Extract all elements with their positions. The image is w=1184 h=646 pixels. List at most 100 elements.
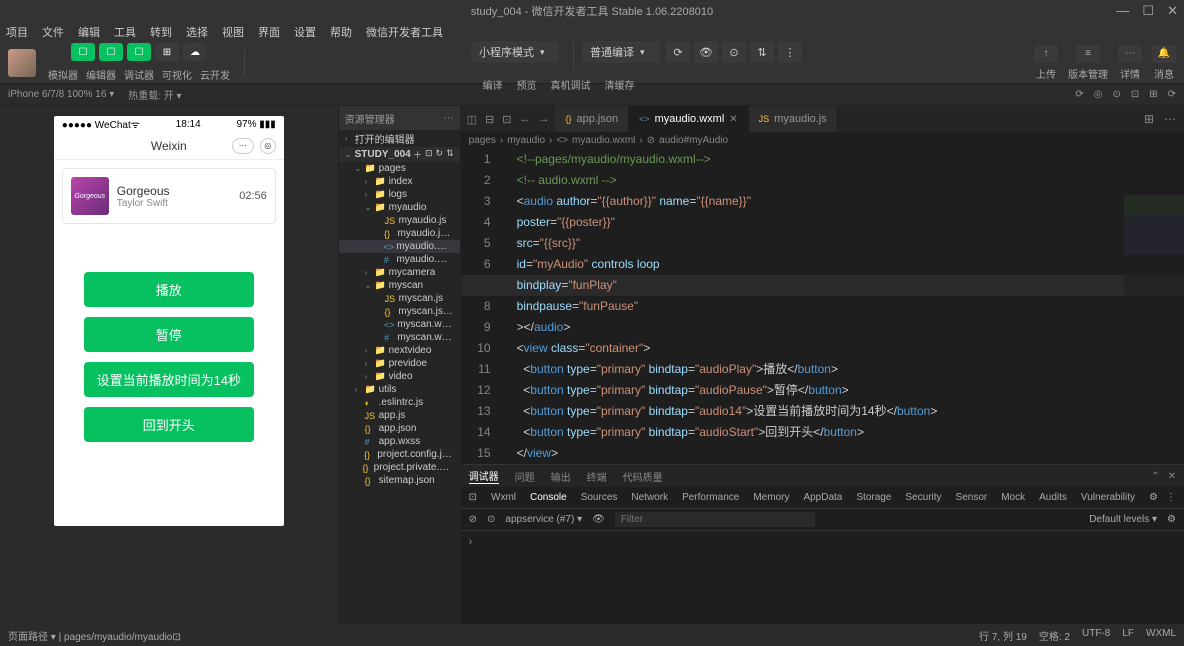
panel-tab[interactable]: 调试器 [469, 468, 499, 484]
tree-item[interactable]: ›📁video [339, 370, 460, 383]
menu-微信开发者工具[interactable]: 微信开发者工具 [366, 24, 443, 40]
console-filter-input[interactable] [615, 512, 815, 527]
phone-button[interactable]: 播放 [84, 272, 254, 307]
tree-item[interactable]: ›📁nextvideo [339, 344, 460, 357]
console-top-icon[interactable]: ⊙ [487, 514, 495, 525]
menu-界面[interactable]: 界面 [258, 24, 280, 40]
devtools-tab[interactable]: Vulnerability [1081, 492, 1135, 503]
editor-tab[interactable]: JSmyaudio.js [749, 106, 838, 132]
avatar[interactable] [8, 49, 36, 77]
device-select[interactable]: iPhone 6/7/8 100% 16 ▾ [8, 89, 114, 100]
panel-tab[interactable]: 输出 [551, 469, 571, 484]
tree-item[interactable]: JSmyscan.js [339, 292, 460, 305]
tree-item[interactable]: ◐.eslintrc.js [339, 396, 460, 409]
tree-item[interactable]: ›📁logs [339, 188, 460, 201]
devtools-tab[interactable]: Sensor [956, 492, 988, 503]
devtools-tab[interactable]: Audits [1039, 492, 1067, 503]
tree-item[interactable]: ⌄📁myscan [339, 279, 460, 292]
editor-tab-icon[interactable]: → [538, 113, 549, 125]
menu-工具[interactable]: 工具 [114, 24, 136, 40]
editor-tab-icon[interactable]: ◫ [467, 113, 477, 126]
breadcrumb[interactable]: pages›myaudio›<>myaudio.wxml›⊘audio#myAu… [461, 132, 1184, 149]
editor-tab-icon[interactable]: ⊟ [485, 113, 494, 126]
cloud-button[interactable]: ☁ [183, 43, 207, 61]
phone-button[interactable]: 回到开头 [84, 407, 254, 442]
tree-item[interactable]: {}project.private.config... [339, 461, 460, 474]
status-item[interactable]: UTF-8 [1082, 628, 1110, 643]
toolbar-详情[interactable]: ⋯详情 [1118, 45, 1142, 81]
console-settings-icon[interactable]: ⚙ [1167, 514, 1176, 525]
devtools-tab[interactable]: Network [631, 492, 668, 503]
phone-button[interactable]: 暂停 [84, 317, 254, 352]
explorer-action-icon[interactable]: ↻ [436, 148, 444, 161]
tabs-action-icon[interactable]: ⋯ [1164, 112, 1176, 126]
status-item[interactable]: WXML [1146, 628, 1176, 643]
tree-item[interactable]: <>myaudio.wxml [339, 240, 460, 253]
menu-选择[interactable]: 选择 [186, 24, 208, 40]
tree-item[interactable]: #myaudio.wxss [339, 253, 460, 266]
menu-文件[interactable]: 文件 [42, 24, 64, 40]
devtools-action-icon[interactable]: ⋮ [1166, 492, 1176, 503]
status-item[interactable]: 行 7, 列 19 [979, 628, 1027, 643]
tree-item[interactable]: {}sitemap.json [339, 474, 460, 487]
menu-视图[interactable]: 视图 [222, 24, 244, 40]
editor-tab-icon[interactable]: ⊡ [502, 113, 511, 126]
sim-icon[interactable]: ⊞ [1149, 89, 1157, 100]
project-root[interactable]: ⌄ STUDY_004 ＋⊡↻⇅ [339, 147, 460, 162]
more-icon[interactable]: ⋮ [778, 41, 802, 63]
editor-tab-icon[interactable]: ← [519, 113, 530, 125]
devtools-tab[interactable]: Security [905, 492, 941, 503]
tree-item[interactable]: ›📁utils [339, 383, 460, 396]
sim-icon[interactable]: ◎ [1094, 89, 1103, 100]
menu-项目[interactable]: 项目 [6, 24, 28, 40]
status-item[interactable]: LF [1122, 628, 1134, 643]
tree-item[interactable]: {}myscan.json [339, 305, 460, 318]
panel-action-icon[interactable]: ⌃ [1151, 471, 1159, 482]
capsule-menu-icon[interactable]: ⋯ [232, 138, 254, 154]
toolbar-消息[interactable]: 🔔消息 [1152, 45, 1176, 81]
menu-编辑[interactable]: 编辑 [78, 24, 100, 40]
hot-reload-toggle[interactable]: 热重载: 开 ▾ [128, 87, 181, 102]
devtools-tab[interactable]: Performance [682, 492, 739, 503]
devtools-tab[interactable]: Wxml [491, 492, 516, 503]
sim-icon[interactable]: ⊡ [1131, 89, 1139, 100]
explorer-action-icon[interactable]: ＋ [413, 148, 422, 161]
compile-dropdown[interactable]: 普通编译 [582, 41, 660, 63]
editor-button[interactable]: ☐ [99, 43, 123, 61]
status-item[interactable]: 空格: 2 [1039, 628, 1070, 643]
tree-item[interactable]: #myscan.wxss [339, 331, 460, 344]
mode-dropdown[interactable]: 小程序模式 [471, 41, 559, 63]
console-context[interactable]: appservice (#7) ▾ [505, 514, 582, 525]
tree-item[interactable]: {}app.json [339, 422, 460, 435]
preview-icon[interactable]: 👁 [694, 41, 718, 63]
menu-帮助[interactable]: 帮助 [330, 24, 352, 40]
console-clear-icon[interactable]: ⊘ [469, 514, 477, 525]
maximize-button[interactable]: ☐ [1142, 3, 1154, 18]
close-button[interactable]: ✕ [1167, 3, 1178, 18]
minimize-button[interactable]: — [1116, 3, 1129, 18]
sim-icon[interactable]: ⊙ [1112, 89, 1120, 100]
devtools-tab[interactable]: Memory [753, 492, 789, 503]
simulator-button[interactable]: ☐ [71, 43, 95, 61]
open-editors-section[interactable]: › 打开的编辑器 [339, 130, 460, 147]
explorer-more-icon[interactable]: ⋯ [444, 113, 454, 124]
tree-item[interactable]: ›📁index [339, 175, 460, 188]
tree-item[interactable]: ⌄📁myaudio [339, 201, 460, 214]
menu-转到[interactable]: 转到 [150, 24, 172, 40]
devtools-tab[interactable]: Mock [1001, 492, 1025, 503]
tree-item[interactable]: ›📁previdoe [339, 357, 460, 370]
devtools-tab[interactable]: Sources [581, 492, 618, 503]
debugger-button[interactable]: ☐ [127, 43, 151, 61]
compile-icon[interactable]: ⟳ [666, 41, 690, 63]
tree-item[interactable]: <>myscan.wxml [339, 318, 460, 331]
tree-item[interactable]: ⌄📁pages [339, 162, 460, 175]
devtools-tab[interactable]: AppData [803, 492, 842, 503]
capsule-close-icon[interactable]: ◎ [260, 138, 276, 154]
sim-icon[interactable]: ⟳ [1168, 89, 1176, 100]
toolbar-版本管理[interactable]: ≡版本管理 [1068, 45, 1108, 81]
tree-item[interactable]: {}myaudio.json [339, 227, 460, 240]
tabs-action-icon[interactable]: ⊞ [1144, 112, 1154, 126]
remote-debug-icon[interactable]: ⊙ [722, 41, 746, 63]
devtools-tab[interactable]: Storage [856, 492, 891, 503]
console-eye-icon[interactable]: 👁 [592, 514, 605, 525]
